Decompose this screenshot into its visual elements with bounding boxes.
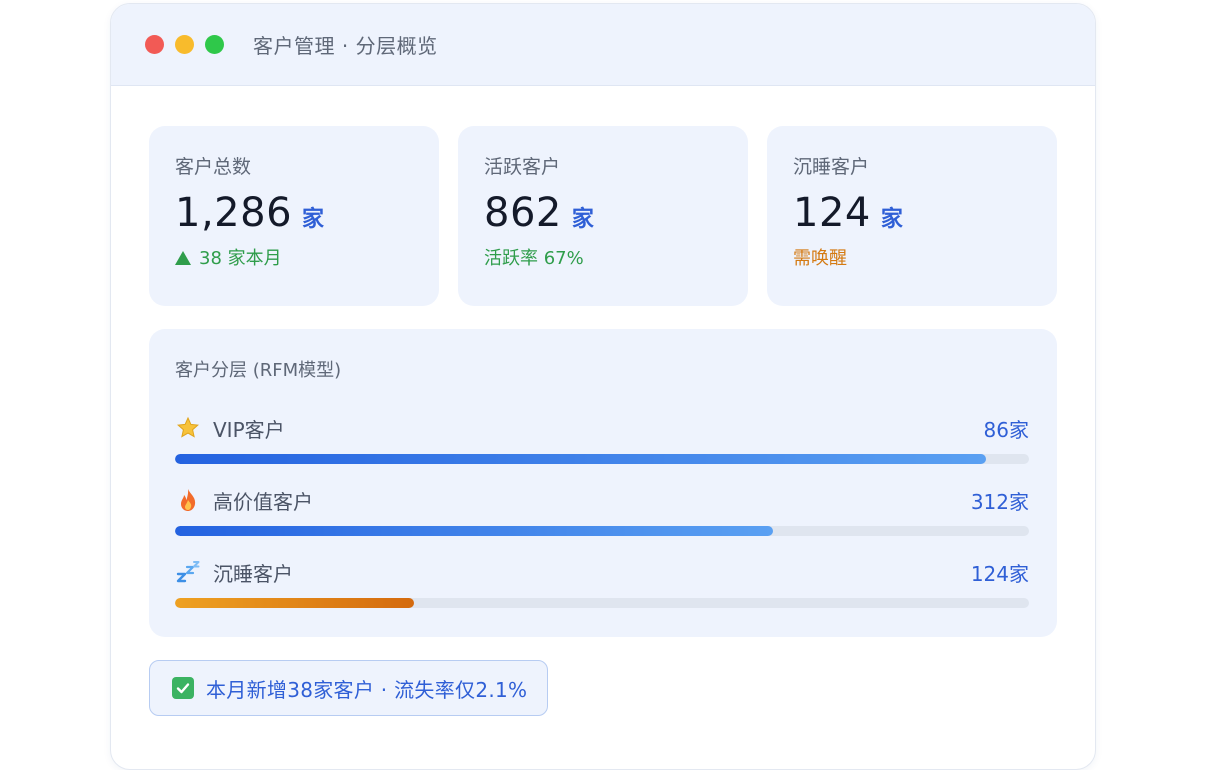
stat-card-dormant: 沉睡客户 124 家 需唤醒 [767, 126, 1057, 306]
segment-label: 沉睡客户 [213, 561, 293, 586]
stat-card-active: 活跃客户 862 家 活跃率 67% [458, 126, 748, 306]
stat-value: 862 [484, 190, 562, 236]
segment-count: 312家 [970, 489, 1029, 514]
stat-value: 124 [793, 190, 871, 236]
stat-label: 活跃客户 [484, 156, 561, 178]
stat-card-total: 客户总数 1,286 家 38 家本月 [149, 126, 439, 306]
stat-sub: 38 家本月 [175, 246, 413, 272]
star-icon [175, 415, 201, 441]
segment-count: 86家 [983, 417, 1029, 442]
window-title: 客户管理 · 分层概览 [253, 34, 438, 58]
stat-value: 1,286 [175, 190, 293, 236]
summary-note-text: 本月新增38家客户 · 流失率仅2.1% [206, 677, 528, 702]
stat-label: 客户总数 [175, 156, 252, 178]
segment-panel-title: 客户分层 (RFM模型) [175, 360, 342, 381]
summary-note: 本月新增38家客户 · 流失率仅2.1% [149, 660, 549, 716]
segment-count: 124家 [970, 561, 1029, 586]
checkbox-checked-icon [172, 677, 194, 699]
minimize-window-button[interactable] [175, 35, 194, 54]
fire-icon [175, 487, 201, 513]
app-window: 客户管理 · 分层概览 客户总数 1,286 家 38 家本月 活跃客户 862… [110, 3, 1096, 770]
progress-fill [175, 454, 987, 464]
progress-track [175, 526, 1029, 536]
stat-sub-text: 38 家本月 [199, 248, 282, 269]
progress-fill [175, 526, 773, 536]
trend-up-icon [175, 251, 191, 265]
stat-sub-text: 活跃率 67% [484, 248, 584, 269]
sleep-icon [175, 559, 201, 585]
maximize-window-button[interactable] [205, 35, 224, 54]
segment-row-dormant: 沉睡客户 124家 [175, 555, 1029, 608]
progress-track [175, 598, 1029, 608]
segment-row-vip: VIP客户 86家 [175, 411, 1029, 464]
segment-panel: 客户分层 (RFM模型) VIP客户 86家 高价值客户 312家 沉睡客户 1… [149, 329, 1057, 637]
segment-label: 高价值客户 [213, 489, 313, 514]
stat-cards: 客户总数 1,286 家 38 家本月 活跃客户 862 家 活跃率 67% 沉… [149, 126, 1057, 306]
close-window-button[interactable] [145, 35, 164, 54]
segment-row-high-value: 高价值客户 312家 [175, 483, 1029, 536]
stat-unit: 家 [302, 207, 325, 232]
segment-label: VIP客户 [213, 417, 285, 442]
stat-unit: 家 [880, 207, 903, 232]
title-bar: 客户管理 · 分层概览 [111, 4, 1095, 86]
stat-unit: 家 [571, 207, 594, 232]
stat-sub-text: 需唤醒 [793, 248, 847, 269]
stat-label: 沉睡客户 [793, 156, 870, 178]
progress-track [175, 454, 1029, 464]
progress-fill [175, 598, 415, 608]
